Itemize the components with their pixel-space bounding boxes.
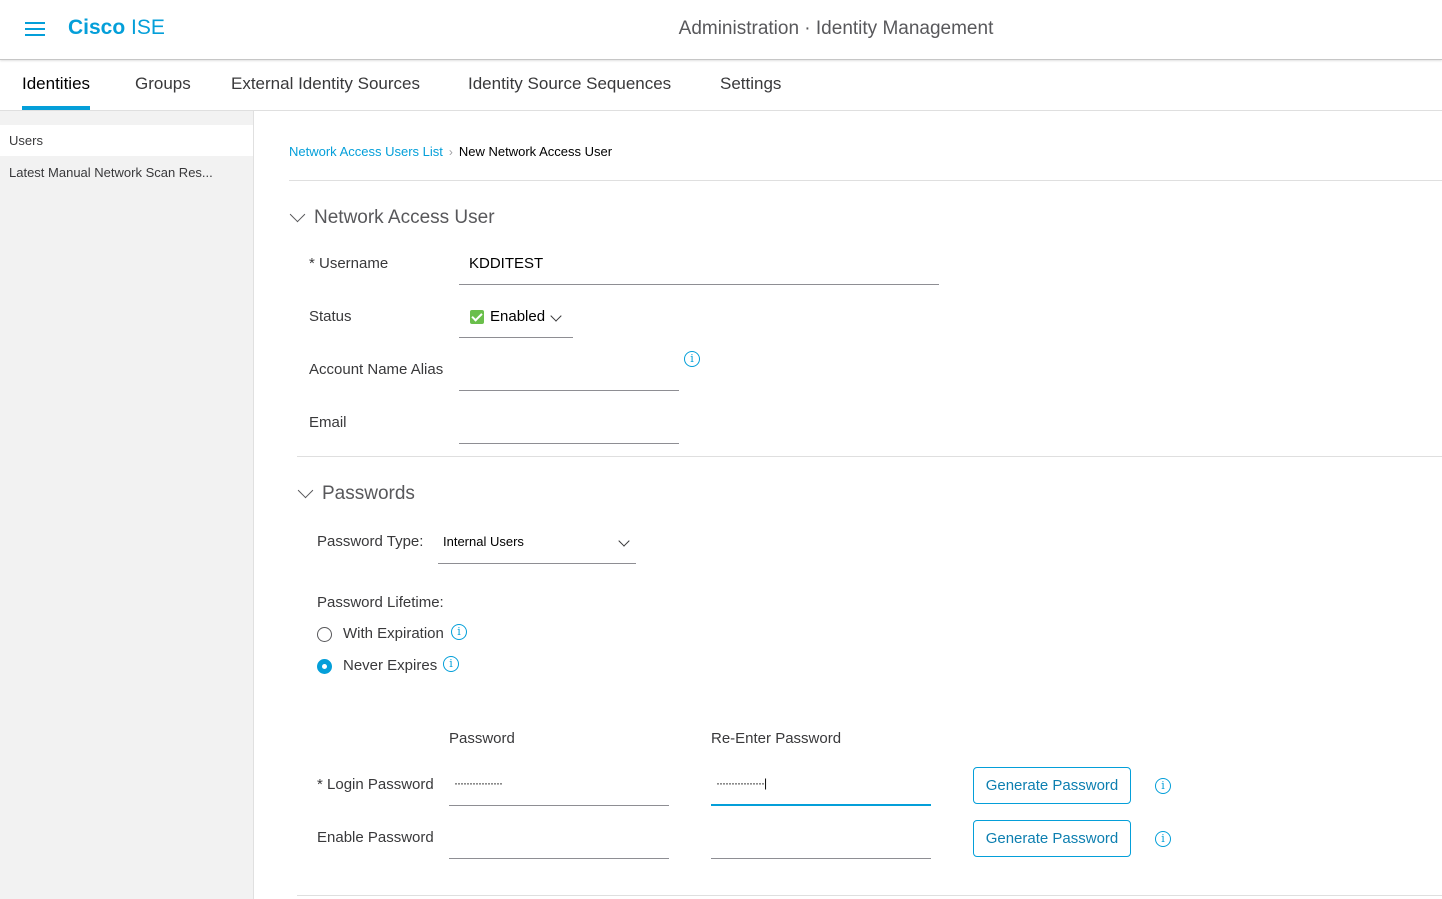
checkbox-checked-icon [470, 310, 484, 324]
top-header: Cisco ISE Administration · Identity Mana… [0, 0, 1442, 60]
email-label: Email [309, 414, 347, 431]
generate-login-password-button[interactable]: Generate Password [973, 767, 1131, 804]
login-password-reenter-field[interactable]: ················| [711, 768, 931, 806]
tab-groups[interactable]: Groups [135, 74, 191, 110]
divider [289, 180, 1442, 181]
section-title-passwords: Passwords [322, 483, 415, 504]
enable-password-reenter-field[interactable] [711, 821, 931, 859]
email-field[interactable] [459, 408, 679, 444]
status-value: Enabled [490, 308, 546, 325]
login-password-label: * Login Password [317, 776, 434, 793]
chevron-down-icon [550, 310, 562, 322]
tab-bar: Identities Groups External Identity Sour… [0, 61, 1442, 111]
never-expires-radio[interactable] [317, 659, 332, 674]
status-label: Status [309, 308, 352, 325]
tab-identities[interactable]: Identities [22, 74, 91, 110]
password-lifetime-label: Password Lifetime: [317, 594, 444, 611]
section-title-network-access-user: Network Access User [314, 207, 495, 228]
account-alias-label: Account Name Alias [309, 361, 444, 378]
info-icon[interactable]: i [443, 656, 459, 672]
info-icon[interactable]: i [451, 624, 467, 640]
info-icon[interactable]: i [684, 351, 700, 367]
chevron-down-icon [618, 535, 630, 547]
enable-password-field[interactable] [449, 821, 669, 859]
breadcrumb: Network Access Users List › New Network Ac… [289, 144, 612, 159]
breadcrumb-current: New Network Access User [458, 144, 613, 159]
sidebar-item-users[interactable]: Users [0, 125, 253, 156]
username-field[interactable]: KDDITEST [459, 249, 939, 285]
divider [297, 456, 1442, 457]
with-expiration-label[interactable]: With Expiration [343, 625, 444, 642]
with-expiration-radio[interactable] [317, 627, 332, 642]
tab-external-identity-sources[interactable]: External Identity Sources [231, 74, 420, 110]
chevron-right-icon: › [448, 145, 453, 159]
password-type-value: Internal Users [443, 534, 524, 549]
divider [297, 895, 1442, 896]
never-expires-label[interactable]: Never Expires [343, 657, 437, 674]
page-title: Administration · Identity Management [678, 18, 994, 39]
login-password-field[interactable]: ················ [449, 768, 669, 806]
password-type-label: Password Type: [317, 533, 424, 550]
info-icon[interactable]: i [1155, 778, 1171, 794]
account-alias-field[interactable] [459, 355, 679, 391]
tab-identity-source-sequences[interactable]: Identity Source Sequences [468, 74, 671, 110]
status-dropdown[interactable]: Enabled [459, 302, 573, 338]
reenter-password-column-header: Re-Enter Password [711, 730, 842, 747]
username-label: * Username [309, 255, 389, 272]
sidebar-item-network-scan[interactable]: Latest Manual Network Scan Res... [0, 157, 253, 188]
generate-enable-password-button[interactable]: Generate Password [973, 820, 1131, 857]
collapse-chevron-icon[interactable] [289, 206, 306, 223]
collapse-chevron-icon[interactable] [297, 482, 314, 499]
info-icon[interactable]: i [1155, 831, 1171, 847]
tab-settings[interactable]: Settings [720, 74, 781, 110]
sidebar: Users Latest Manual Network Scan Res... [0, 111, 254, 899]
password-column-header: Password [449, 730, 515, 747]
password-type-dropdown[interactable]: Internal Users [438, 527, 636, 564]
breadcrumb-link-users-list[interactable]: Network Access Users List [289, 144, 443, 159]
enable-password-label: Enable Password [317, 829, 434, 846]
